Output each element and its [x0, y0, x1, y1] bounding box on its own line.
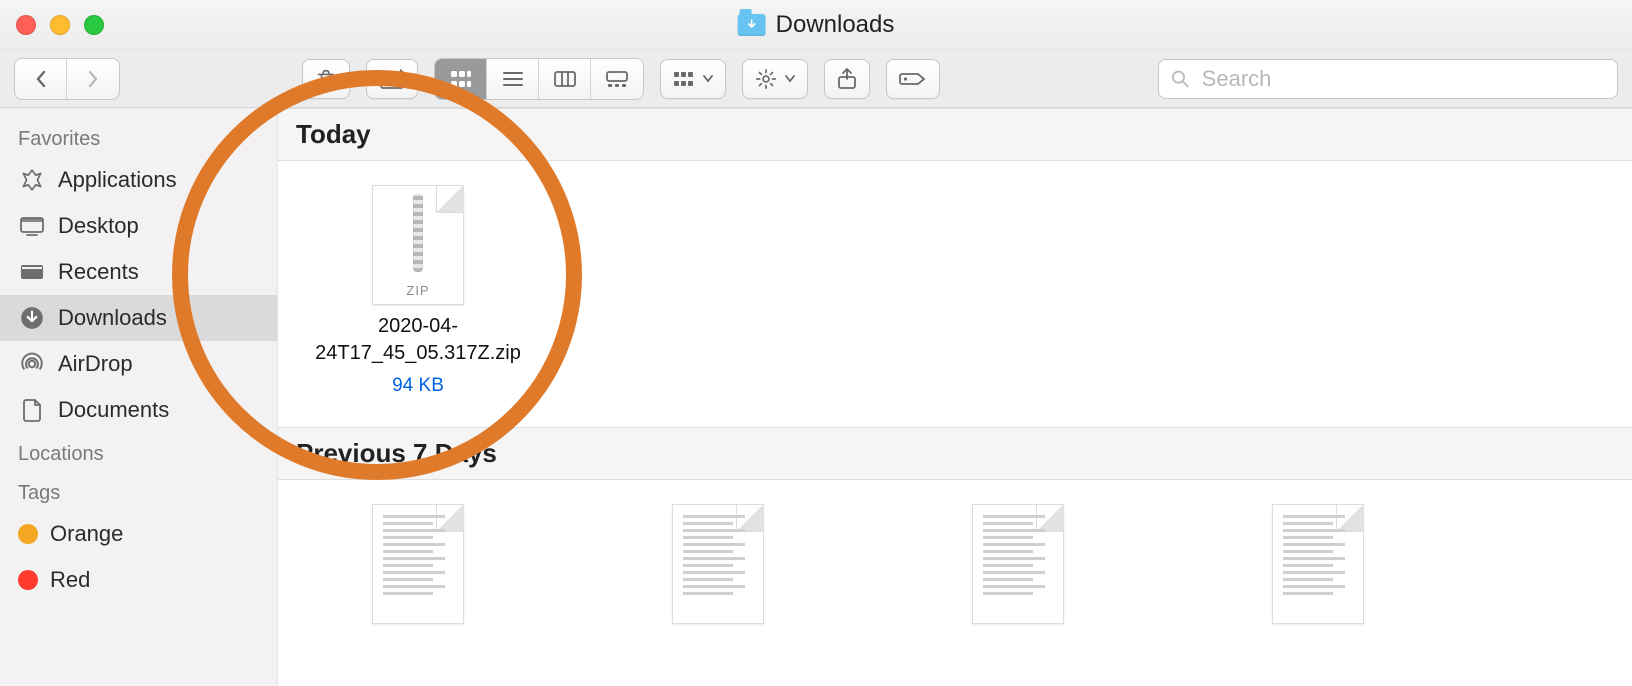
file-item[interactable]: ZIP 2020-04-24T17_45_05.317Z.zip 94 KB	[328, 185, 508, 397]
trash-icon	[315, 68, 337, 90]
icon-view-button[interactable]	[435, 59, 487, 99]
chevron-down-icon	[703, 75, 713, 83]
sidebar-item-label: Desktop	[58, 213, 139, 239]
sidebar-section-header: Tags	[0, 472, 277, 511]
sidebar: Favorites Applications Desktop Recents D…	[0, 108, 278, 686]
back-button[interactable]	[15, 59, 67, 99]
view-switcher	[434, 58, 644, 100]
window-controls	[16, 15, 104, 35]
content-area: Today ZIP 2020-04-24T17_45_05.317Z.zip 9…	[278, 108, 1632, 686]
sidebar-item-label: Recents	[58, 259, 139, 285]
grid-icon	[450, 70, 472, 88]
file-thumb	[1272, 504, 1364, 624]
tag-icon	[899, 70, 927, 88]
sidebar-item-airdrop[interactable]: AirDrop	[0, 341, 277, 387]
chevron-down-icon	[785, 75, 795, 83]
file-thumb	[972, 504, 1064, 624]
close-window-button[interactable]	[16, 15, 36, 35]
column-view-button[interactable]	[539, 59, 591, 99]
sidebar-tag-orange[interactable]: Orange	[0, 511, 277, 557]
share-button[interactable]	[824, 59, 870, 99]
forward-button[interactable]	[67, 59, 119, 99]
sidebar-item-recents[interactable]: Recents	[0, 249, 277, 295]
action-menu-button[interactable]	[742, 59, 808, 99]
sidebar-section-header: Locations	[0, 433, 277, 472]
doc-lines-icon	[983, 515, 1053, 613]
window-title-text: Downloads	[776, 11, 895, 39]
page-fold-icon	[436, 185, 464, 213]
file-grid-today: ZIP 2020-04-24T17_45_05.317Z.zip 94 KB	[278, 161, 1632, 427]
sidebar-item-documents[interactable]: Documents	[0, 387, 277, 433]
sidebar-item-applications[interactable]: Applications	[0, 157, 277, 203]
documents-icon	[18, 396, 46, 424]
new-folder-button[interactable]	[366, 59, 418, 99]
columns-icon	[554, 70, 576, 88]
zoom-window-button[interactable]	[84, 15, 104, 35]
nav-back-forward	[14, 58, 120, 100]
main-area: Favorites Applications Desktop Recents D…	[0, 108, 1632, 686]
window-title: Downloads	[738, 11, 895, 39]
section-header: Today	[278, 108, 1632, 161]
downloads-folder-icon	[738, 14, 766, 36]
sidebar-section-header: Favorites	[0, 118, 277, 157]
tag-dot-icon	[18, 524, 38, 544]
new-folder-icon	[379, 68, 405, 90]
list-icon	[502, 70, 524, 88]
file-item[interactable]	[328, 504, 508, 624]
doc-lines-icon	[683, 515, 753, 613]
sidebar-item-label: Downloads	[58, 305, 167, 331]
airdrop-icon	[18, 350, 46, 378]
sidebar-item-downloads[interactable]: Downloads	[0, 295, 277, 341]
search-icon	[1171, 69, 1190, 89]
sidebar-item-label: Applications	[58, 167, 177, 193]
gallery-view-button[interactable]	[591, 59, 643, 99]
gear-icon	[755, 68, 777, 90]
tags-button[interactable]	[886, 59, 940, 99]
desktop-icon	[18, 212, 46, 240]
group-by-button[interactable]	[660, 59, 726, 99]
sidebar-item-label: Orange	[50, 521, 123, 547]
file-kind-label: ZIP	[373, 283, 463, 298]
zip-zipper-icon	[413, 194, 423, 272]
section-header: Previous 7 Days	[278, 427, 1632, 480]
applications-icon	[18, 166, 46, 194]
file-thumb	[372, 504, 464, 624]
minimize-window-button[interactable]	[50, 15, 70, 35]
titlebar: Downloads	[0, 0, 1632, 50]
sidebar-item-label: AirDrop	[58, 351, 133, 377]
list-view-button[interactable]	[487, 59, 539, 99]
sidebar-item-label: Red	[50, 567, 90, 593]
file-size: 94 KB	[392, 375, 444, 397]
tag-dot-icon	[18, 570, 38, 590]
search-input[interactable]	[1200, 65, 1605, 93]
sidebar-tag-red[interactable]: Red	[0, 557, 277, 603]
doc-lines-icon	[383, 515, 453, 613]
search-field[interactable]	[1158, 59, 1618, 99]
sidebar-item-label: Documents	[58, 397, 169, 423]
share-icon	[837, 68, 857, 90]
chevron-left-icon	[34, 70, 48, 88]
downloads-icon	[18, 304, 46, 332]
file-item[interactable]	[928, 504, 1108, 624]
gallery-icon	[605, 70, 629, 88]
file-name: 2020-04-24T17_45_05.317Z.zip	[315, 313, 521, 367]
trash-button[interactable]	[302, 59, 350, 99]
sidebar-item-desktop[interactable]: Desktop	[0, 203, 277, 249]
recents-icon	[18, 258, 46, 286]
file-grid-previous-7-days	[278, 480, 1632, 686]
doc-lines-icon	[1283, 515, 1353, 613]
file-item[interactable]	[628, 504, 808, 624]
file-thumb: ZIP	[372, 185, 464, 305]
group-icon	[673, 70, 695, 88]
file-thumb	[672, 504, 764, 624]
toolbar	[0, 50, 1632, 108]
file-item[interactable]	[1228, 504, 1408, 624]
chevron-right-icon	[86, 70, 100, 88]
